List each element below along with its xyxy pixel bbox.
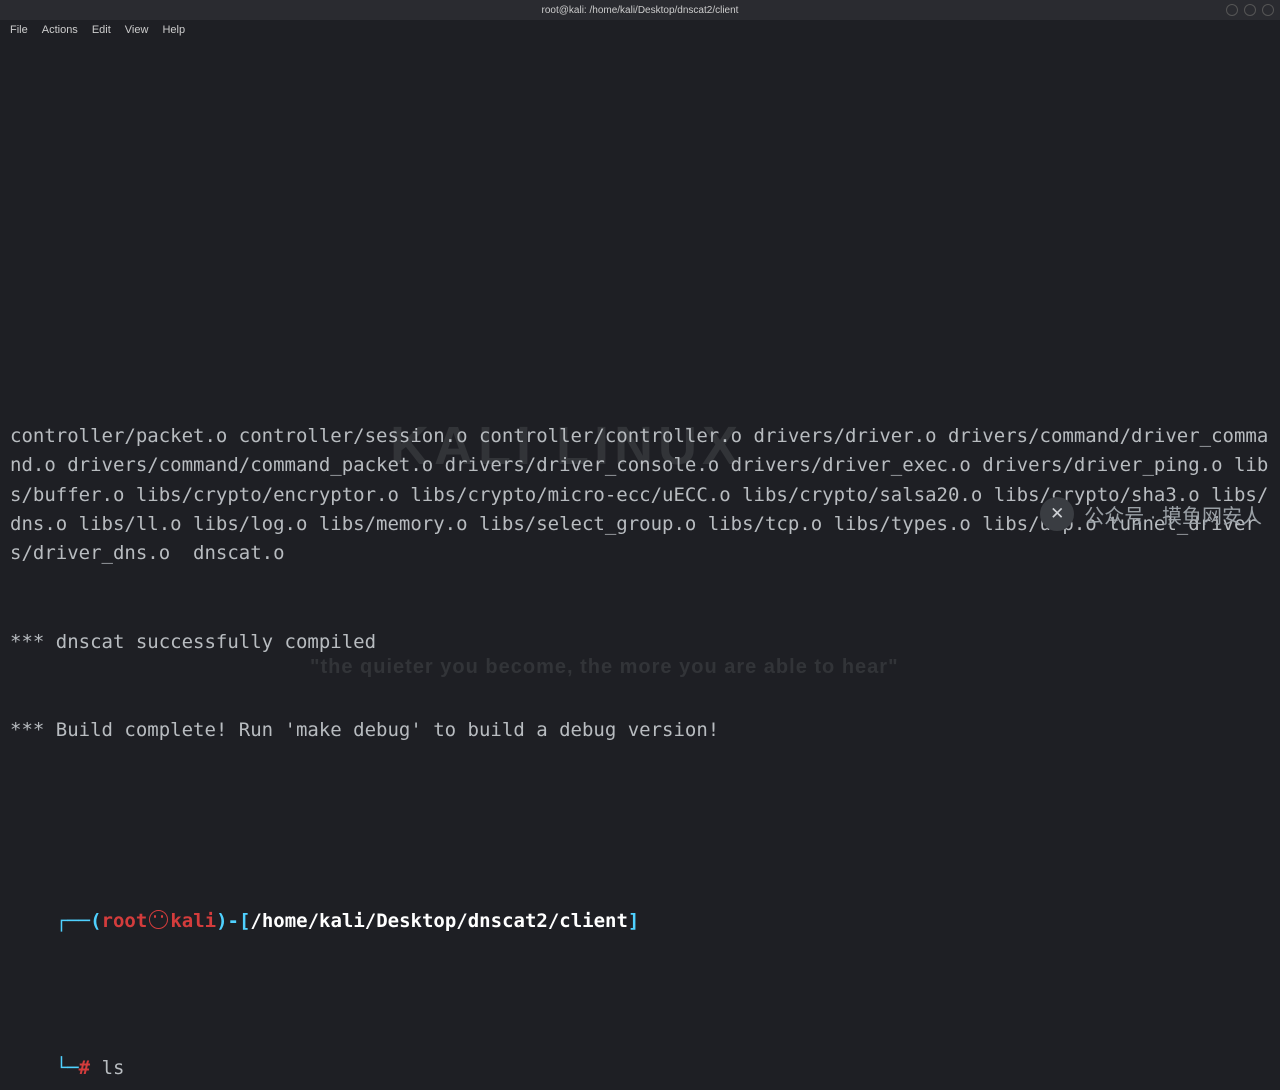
menu-help[interactable]: Help — [162, 24, 185, 36]
minimize-icon[interactable] — [1226, 4, 1238, 16]
window-title: root@kali: /home/kali/Desktop/dnscat2/cl… — [542, 5, 739, 16]
menu-edit[interactable]: Edit — [92, 24, 111, 36]
command-ls: ls — [102, 1057, 125, 1079]
compile-output: controller/packet.o controller/session.o… — [10, 422, 1270, 569]
prompt-user: root — [102, 910, 148, 932]
menu-bar: File Actions Edit View Help — [0, 20, 1280, 40]
prompt-cmd-1: └─# ls — [10, 1024, 1270, 1090]
watermark-logo-icon: ✕ — [1040, 497, 1074, 531]
success-line: *** dnscat successfully compiled — [10, 628, 1270, 657]
watermark-text: 公众号 · 摸鱼网安人 — [1084, 500, 1262, 529]
window-titlebar: root@kali: /home/kali/Desktop/dnscat2/cl… — [0, 0, 1280, 20]
watermark: ✕ 公众号 · 摸鱼网安人 — [1040, 497, 1262, 531]
menu-actions[interactable]: Actions — [42, 24, 78, 36]
maximize-icon[interactable] — [1244, 4, 1256, 16]
prompt-host: kali — [170, 910, 216, 932]
close-icon[interactable] — [1262, 4, 1274, 16]
skull-icon — [149, 910, 168, 929]
terminal-area[interactable]: KALI LINUX "the quieter you become, the … — [0, 40, 1280, 1090]
menu-view[interactable]: View — [125, 24, 149, 36]
prompt-line-1: ┌──(rootkali)-[/home/kali/Desktop/dnscat… — [10, 877, 1270, 965]
menu-file[interactable]: File — [10, 24, 28, 36]
build-complete-line: *** Build complete! Run 'make debug' to … — [10, 716, 1270, 745]
prompt-path: /home/kali/Desktop/dnscat2/client — [250, 910, 628, 932]
